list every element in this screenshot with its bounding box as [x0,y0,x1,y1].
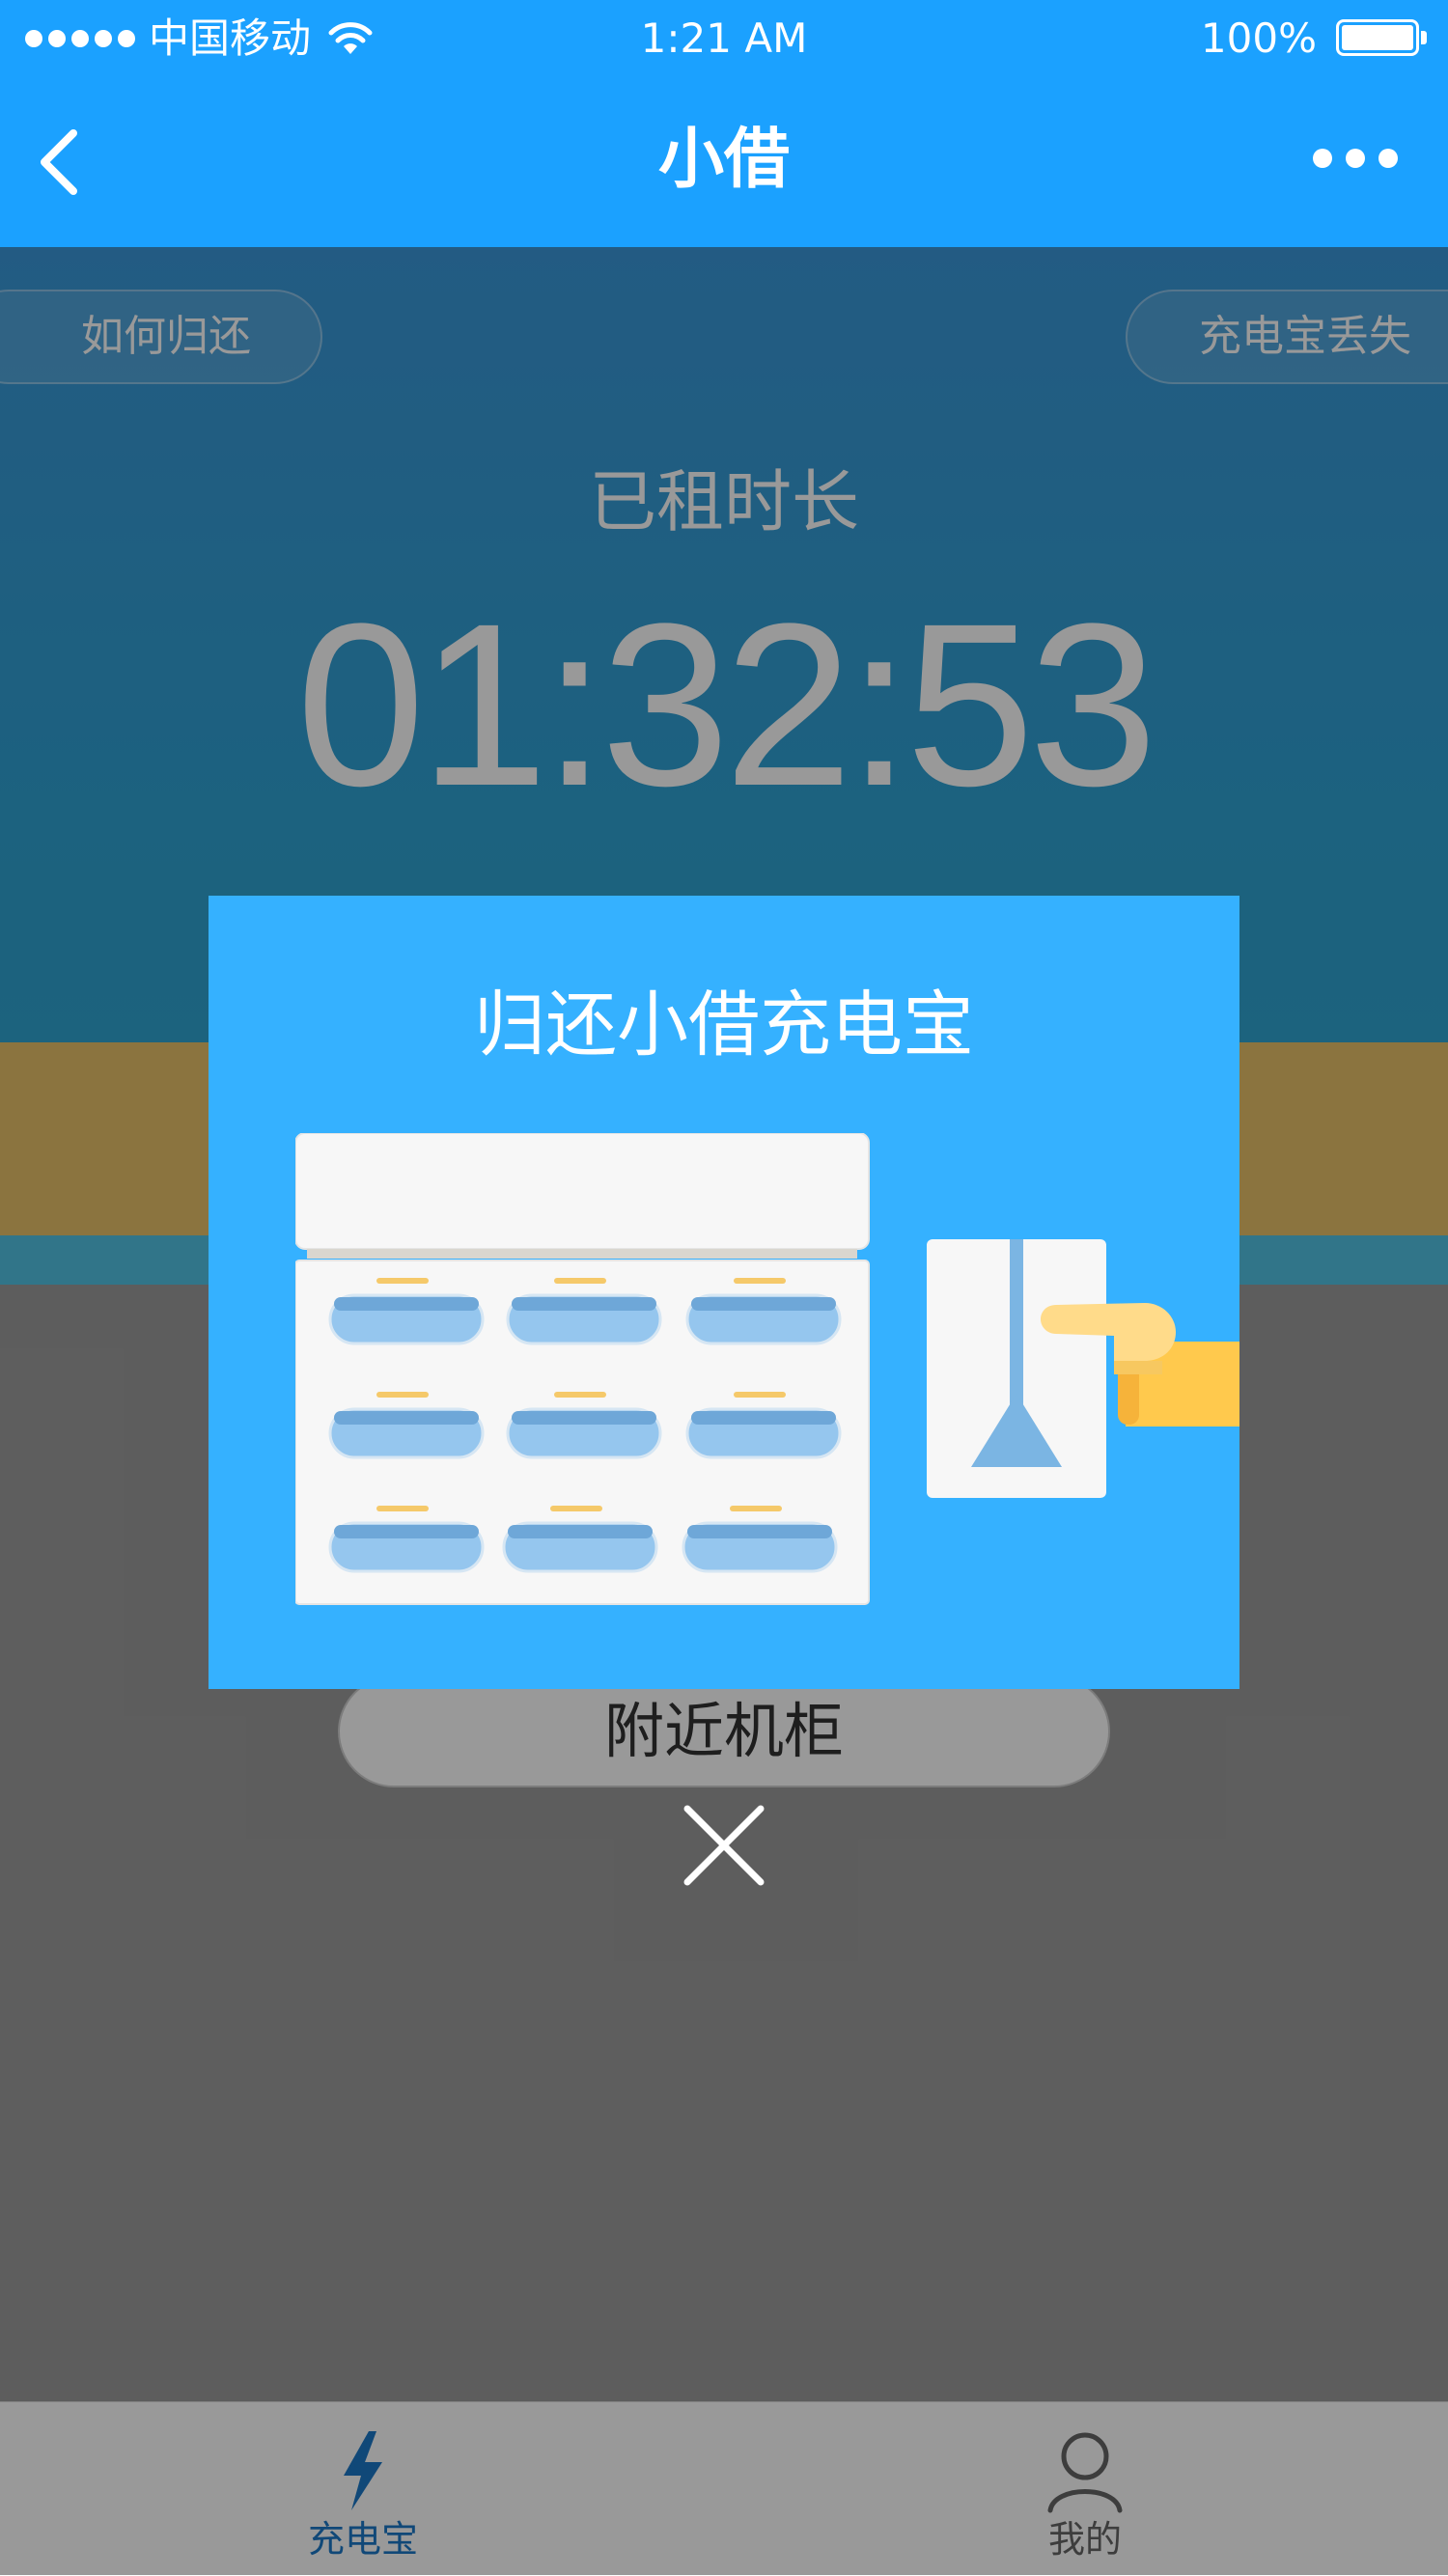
close-icon[interactable] [680,1801,768,1890]
return-modal: 归还小借充电宝 [209,896,1239,1689]
status-bar: 中国移动 1:21 AM 100% [0,0,1448,77]
battery-percent: 100% [1200,14,1317,62]
return-powerbank-illustration [295,1133,1239,1605]
nav-bar: 小借 [0,77,1448,247]
status-right: 100% [1201,15,1429,62]
ellipsis-icon[interactable] [1313,149,1398,168]
battery-icon [1336,19,1429,58]
modal-title: 归还小借充电宝 [474,983,974,1066]
page-title: 小借 [657,122,790,198]
